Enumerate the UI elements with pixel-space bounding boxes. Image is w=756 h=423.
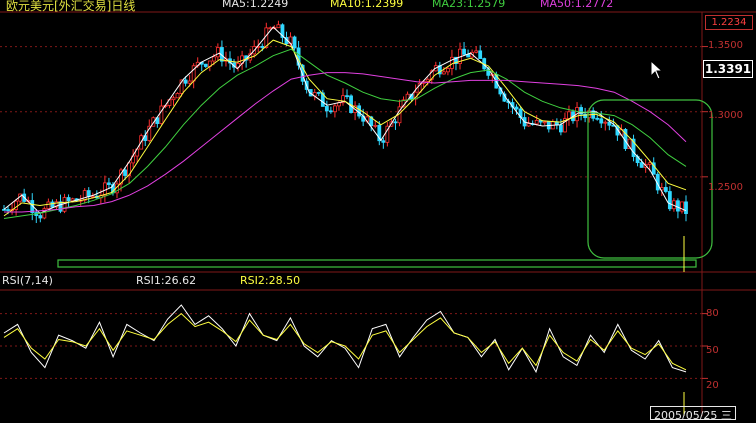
candle-body — [534, 119, 539, 125]
candle-body — [171, 97, 176, 101]
candle-body — [86, 190, 91, 197]
candle-body — [639, 162, 644, 168]
candle-body — [6, 209, 10, 211]
candle-body — [90, 195, 95, 198]
candle-body — [123, 169, 127, 176]
candle-body — [215, 47, 220, 58]
candle-body — [595, 117, 600, 120]
candle-body — [50, 201, 55, 208]
candle-body — [62, 197, 67, 212]
candle-body — [567, 111, 571, 119]
rsi2-legend: RSI2:28.50 — [240, 274, 301, 287]
candle-body — [82, 190, 87, 201]
rsi-line-rsi1 — [3, 304, 687, 374]
rsi-tick-20: 20 — [706, 380, 719, 391]
candle-body — [558, 124, 563, 133]
candle-body — [474, 50, 479, 53]
candle-body — [324, 106, 329, 112]
candle-body — [211, 56, 216, 62]
ma5-legend: MA5:1.2249 — [222, 0, 289, 10]
candle-body — [446, 68, 450, 73]
rsi1-legend: RSI1:26.62 — [136, 274, 197, 287]
rsi-panel-title: RSI(7,14) — [2, 274, 53, 287]
candle-body — [441, 71, 446, 75]
candle-body — [526, 123, 531, 127]
ma50-legend: MA50:1.2772 — [540, 0, 614, 10]
ma10-legend: MA10:1.2399 — [330, 0, 404, 10]
candle-body — [260, 45, 265, 48]
candle-body — [381, 140, 386, 143]
candle-body — [373, 124, 378, 127]
candle-body — [676, 200, 680, 212]
candle-body — [66, 197, 71, 202]
rsi-lines — [3, 304, 687, 374]
candle-body — [46, 201, 51, 210]
candle-body — [345, 95, 349, 98]
candle-body — [684, 201, 688, 214]
candle-body — [175, 93, 180, 99]
candle-body — [478, 50, 483, 59]
candle-body — [292, 36, 297, 49]
highlight-rounded-box — [587, 99, 713, 259]
candle-body — [333, 105, 337, 113]
rsi-line-rsi2 — [3, 312, 687, 371]
candle-body — [107, 182, 111, 185]
candle-body — [599, 118, 604, 124]
candle-body — [276, 24, 281, 29]
candle-body — [328, 110, 333, 113]
chart-title: 欧元美元[外汇交易]日线 — [6, 0, 136, 13]
rsi-tick-50: 50 — [706, 345, 719, 356]
price-tick-1: 1.3500 — [708, 40, 743, 51]
top-price-box: 1.2234 — [705, 15, 753, 30]
candle-body — [462, 48, 466, 55]
highlight-bar — [57, 259, 697, 268]
date-readout: 2005/05/25 三 — [650, 406, 736, 422]
candle-body — [159, 105, 164, 124]
candle-body — [357, 105, 362, 117]
candle-body — [667, 191, 672, 210]
candle-body — [603, 121, 608, 124]
price-tick-2: 1.3000 — [708, 110, 743, 121]
candle-body — [393, 121, 398, 124]
candle-body — [647, 162, 652, 165]
candle-body — [542, 121, 547, 124]
price-tick-3: 1.2500 — [708, 182, 743, 193]
candle-body — [607, 121, 612, 126]
current-price-box: 1.3391 — [703, 60, 753, 78]
candle-body — [663, 187, 668, 192]
moving-average-lines — [3, 26, 687, 219]
candlesticks[interactable] — [2, 20, 688, 224]
chart-canvas — [0, 11, 756, 416]
candle-body — [316, 92, 321, 94]
candle-body — [183, 79, 188, 84]
candle-body — [514, 106, 519, 110]
candle-body — [2, 208, 6, 211]
candle-body — [38, 215, 43, 219]
candle-body — [203, 63, 208, 67]
annotation-overlay — [57, 99, 713, 416]
candle-body — [425, 78, 430, 82]
candle-body — [187, 80, 192, 84]
ma23-legend: MA23:1.2579 — [432, 0, 506, 10]
rsi-tick-80: 80 — [706, 308, 719, 319]
